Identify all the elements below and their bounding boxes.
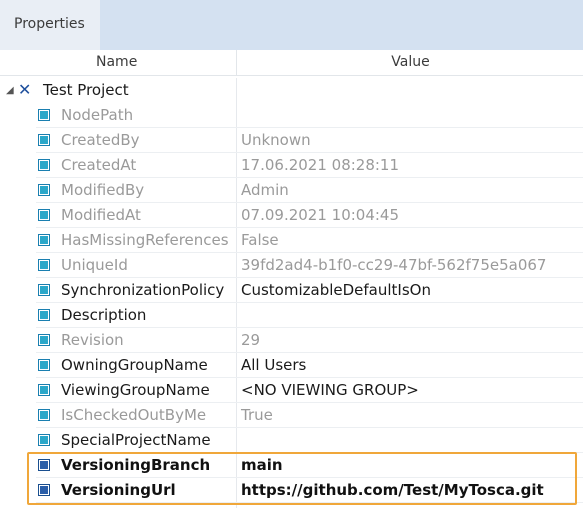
column-header-value[interactable]: Value (236, 50, 583, 75)
property-value[interactable]: <NO VIEWING GROUP> (241, 378, 581, 403)
tab-bar: Properties (0, 0, 583, 50)
property-row[interactable]: HasMissingReferences False (0, 228, 583, 253)
property-row[interactable]: IsCheckedOutByMe True (0, 403, 583, 428)
tree-root-row[interactable]: ◢ ✕ Test Project (0, 78, 583, 103)
property-value: 29 (241, 331, 261, 349)
property-row[interactable]: ModifiedAt 07.09.2021 10:04:45 (0, 203, 583, 228)
property-row[interactable]: UniqueId 39fd2ad4-b1f0-cc29-47bf-562f75e5… (0, 253, 583, 278)
property-name: ModifiedAt (61, 206, 141, 224)
property-row[interactable]: CreatedAt 17.06.2021 08:28:11 (0, 153, 583, 178)
property-row[interactable]: OwningGroupName All Users (0, 353, 583, 378)
property-icon (38, 434, 50, 446)
property-name: SynchronizationPolicy (61, 281, 225, 299)
property-icon (38, 359, 50, 371)
property-icon (38, 184, 50, 196)
property-value: 17.06.2021 08:28:11 (241, 156, 400, 174)
property-name: CreatedBy (61, 131, 140, 149)
root-name: Test Project (43, 81, 129, 99)
property-icon (38, 409, 50, 421)
property-row[interactable]: Revision 29 (0, 328, 583, 353)
property-value: False (241, 231, 279, 249)
property-row[interactable]: ViewingGroupName <NO VIEWING GROUP> (0, 378, 583, 403)
grid-header: Name Value (0, 50, 583, 76)
property-icon (38, 284, 50, 296)
property-value[interactable]: All Users (241, 353, 581, 378)
property-row[interactable]: NodePath (0, 103, 583, 128)
property-value: 07.09.2021 10:04:45 (241, 206, 400, 224)
tosca-x-icon: ✕ (18, 80, 32, 99)
property-row[interactable]: SpecialProjectName (0, 428, 583, 453)
property-icon (38, 134, 50, 146)
property-icon (38, 384, 50, 396)
tab-properties[interactable]: Properties (0, 0, 100, 50)
property-name: Description (61, 306, 147, 324)
property-row[interactable]: Description (0, 303, 583, 328)
property-name: UniqueId (61, 256, 128, 274)
property-value: 39fd2ad4-b1f0-cc29-47bf-562f75e5a067 (241, 256, 547, 274)
property-value: True (241, 406, 273, 424)
property-icon (38, 259, 50, 271)
property-icon (38, 209, 50, 221)
property-name: HasMissingReferences (61, 231, 229, 249)
column-header-name[interactable]: Name (0, 50, 236, 75)
property-value: Admin (241, 181, 289, 199)
property-icon (38, 309, 50, 321)
property-name: NodePath (61, 106, 134, 124)
property-row[interactable]: ModifiedBy Admin (0, 178, 583, 203)
property-icon (38, 334, 50, 346)
property-name: ModifiedBy (61, 181, 145, 199)
property-name: IsCheckedOutByMe (61, 406, 207, 424)
expand-collapse-icon[interactable]: ◢ (6, 78, 16, 103)
property-icon (38, 159, 50, 171)
highlight-box (27, 452, 577, 505)
property-value[interactable]: CustomizableDefaultIsOn (241, 278, 581, 303)
property-icon (38, 234, 50, 246)
property-row[interactable]: CreatedBy Unknown (0, 128, 583, 153)
property-row[interactable]: SynchronizationPolicy CustomizableDefault… (0, 278, 583, 303)
tab-properties-label: Properties (14, 16, 85, 32)
property-value: Unknown (241, 131, 311, 149)
property-name: Revision (61, 331, 124, 349)
property-name: CreatedAt (61, 156, 137, 174)
property-icon (38, 109, 50, 121)
property-name: OwningGroupName (61, 356, 208, 374)
property-name: SpecialProjectName (61, 431, 211, 449)
property-name: ViewingGroupName (61, 381, 210, 399)
